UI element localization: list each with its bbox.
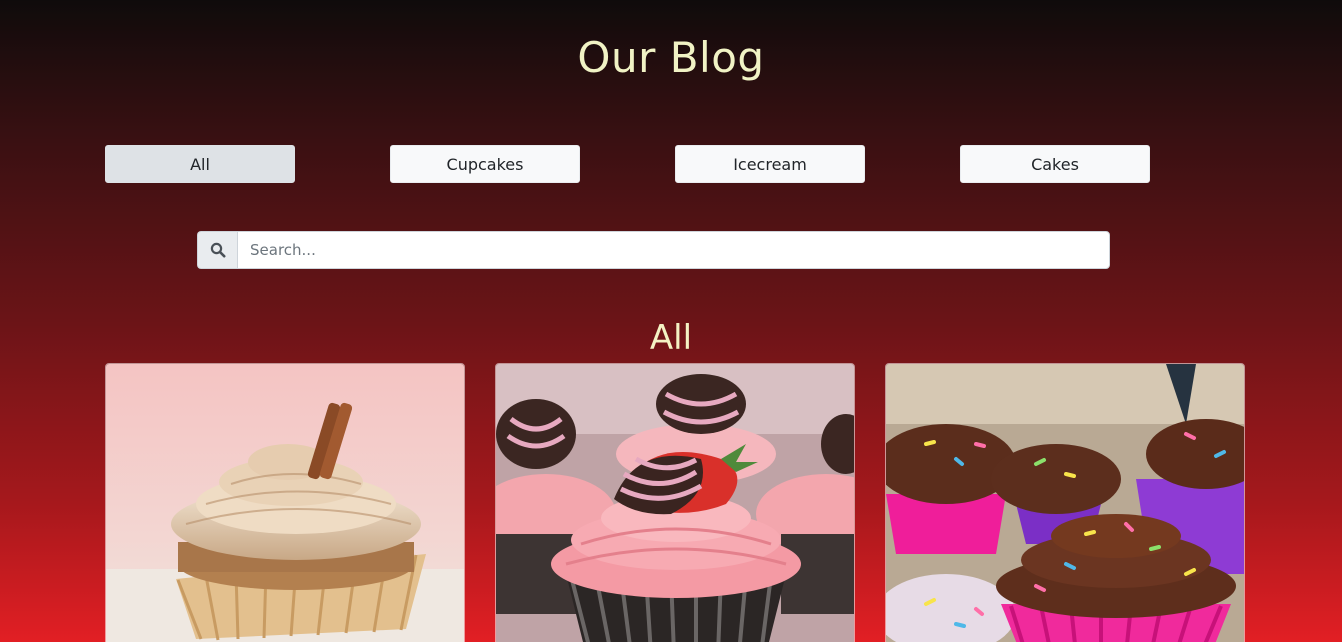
search-icon[interactable] bbox=[197, 231, 237, 269]
search-bar bbox=[197, 231, 1110, 269]
category-filter-bar: All Cupcakes Icecream Cakes bbox=[105, 145, 1150, 183]
page-title: Our Blog bbox=[577, 33, 765, 82]
blog-card[interactable] bbox=[495, 363, 855, 642]
blog-card[interactable] bbox=[105, 363, 465, 642]
filter-cakes-button[interactable]: Cakes bbox=[960, 145, 1150, 183]
search-input[interactable] bbox=[237, 231, 1110, 269]
cinnamon-cupcake-image bbox=[106, 364, 464, 642]
filter-all-button[interactable]: All bbox=[105, 145, 295, 183]
filter-cupcakes-button[interactable]: Cupcakes bbox=[390, 145, 580, 183]
sprinkle-cupcake-image bbox=[886, 364, 1244, 642]
filter-icecream-button[interactable]: Icecream bbox=[675, 145, 865, 183]
section-title: All bbox=[649, 318, 693, 358]
strawberry-cupcake-image bbox=[496, 364, 854, 642]
blog-card[interactable] bbox=[885, 363, 1245, 642]
